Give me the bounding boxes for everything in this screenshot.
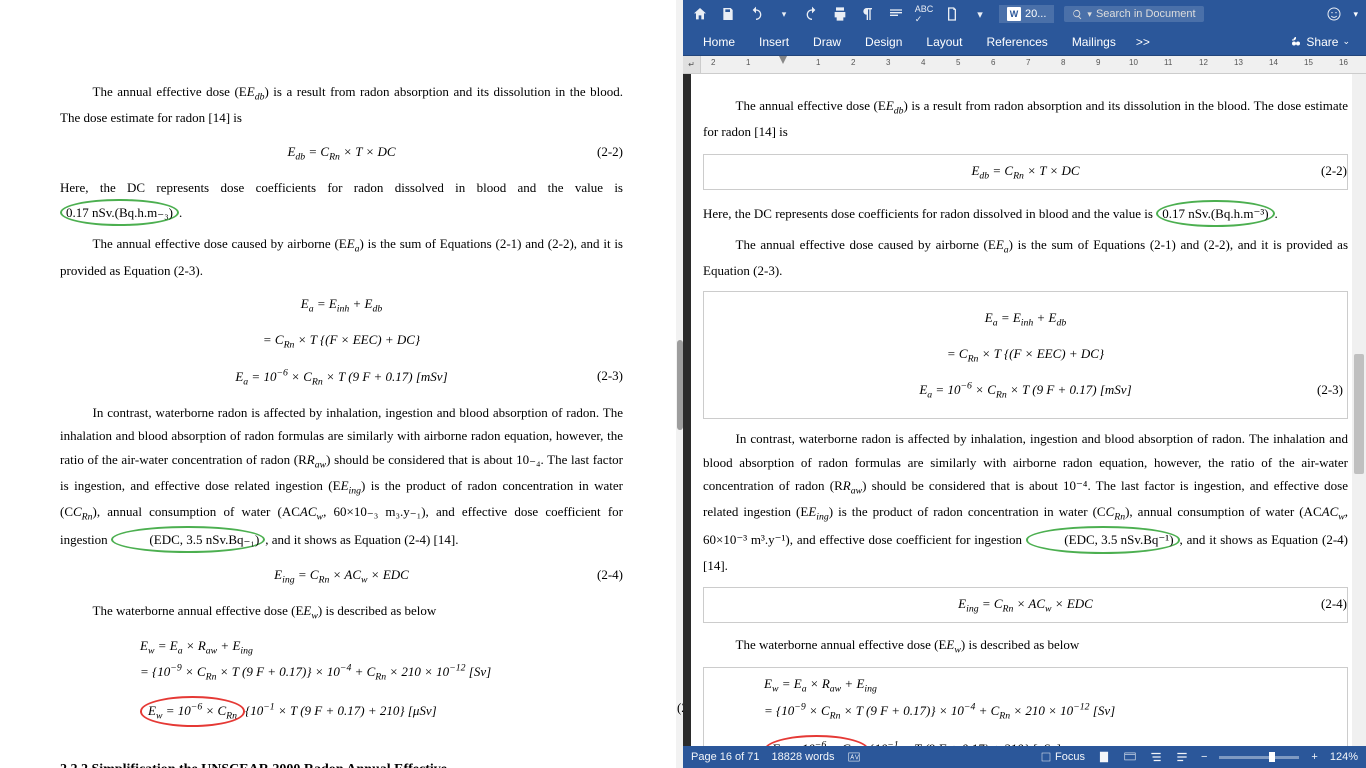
home-icon[interactable] [691, 5, 709, 23]
left-document-pane: The annual effective dose (EEdb) is a re… [0, 0, 683, 768]
scrollbar-vertical[interactable] [676, 0, 683, 768]
horizontal-ruler[interactable]: ↵ 2 1 1 2 3 4 5 6 7 8 9 10 11 12 13 14 1… [683, 56, 1366, 74]
zoom-slider-thumb[interactable] [1269, 752, 1275, 762]
page-icon[interactable] [943, 5, 961, 23]
save-icon[interactable] [719, 5, 737, 23]
equation-2-5[interactable]: Ew = Ea × Raw + Eing = {10−9 × CRn × T (… [703, 667, 1348, 746]
equation-2-2[interactable]: Edb = CRn × T × DC (2-2) [703, 154, 1348, 190]
word-statusbar: Page 16 of 71 18828 words Focus − + 124% [683, 746, 1366, 768]
scrollbar-vertical[interactable] [1352, 74, 1366, 746]
paragraph[interactable]: The annual effective dose caused by airb… [703, 233, 1348, 283]
indent-marker[interactable] [779, 56, 787, 64]
tab-draw[interactable]: Draw [801, 29, 853, 55]
print-icon[interactable] [831, 5, 849, 23]
undo-dropdown-icon[interactable]: ▾ [775, 5, 793, 23]
green-annotation: 0.17 nSv.(Bq.h.m₋₃) [60, 199, 179, 226]
undo-icon[interactable] [747, 5, 765, 23]
search-input[interactable]: ▾ Search in Document [1064, 6, 1204, 22]
ruler-corner[interactable]: ↵ [683, 56, 701, 74]
tab-layout[interactable]: Layout [914, 29, 974, 55]
share-button[interactable]: Share ⌄ [1282, 31, 1358, 53]
emoji-icon[interactable] [1325, 5, 1343, 23]
scrollbar-thumb[interactable] [1354, 354, 1364, 474]
red-annotation[interactable]: Ew = 10−6 × CRn [764, 735, 869, 746]
equation-2-2: Edb = CRn × T × DC (2-2) [60, 140, 623, 166]
paragraph: Here, the DC represents dose coefficient… [60, 176, 623, 227]
word-app-icon: W [1007, 7, 1021, 21]
green-annotation: (EDC, 3.5 nSv.Bq₋₁) [111, 526, 265, 553]
zoom-out-button[interactable]: − [1201, 751, 1207, 763]
tab-insert[interactable]: Insert [747, 29, 801, 55]
focus-mode-button[interactable]: Focus [1040, 751, 1085, 763]
paragraph: The waterborne annual effective dose (EE… [60, 599, 623, 625]
green-annotation[interactable]: 0.17 nSv.(Bq.h.m⁻³) [1156, 200, 1274, 227]
emoji-dropdown[interactable]: ▾ [1353, 9, 1358, 20]
paragraph: In contrast, waterborne radon is affecte… [60, 401, 623, 554]
share-icon [1290, 36, 1302, 48]
web-layout-view-icon[interactable] [1123, 750, 1137, 764]
word-document-area[interactable]: The annual effective dose (EEdb) is a re… [691, 74, 1360, 746]
mode-icon[interactable] [887, 5, 905, 23]
word-window: ▾ ABC✓ ▾ W 20... ▾ Search in Document ▾ … [683, 0, 1366, 768]
heading-2-2-2: 2.2.2 Simplification the UNSCEAR 2000 Ra… [60, 757, 623, 768]
page-indicator[interactable]: Page 16 of 71 [691, 751, 760, 763]
outline-view-icon[interactable] [1149, 750, 1163, 764]
spellcheck-status-icon[interactable] [847, 750, 861, 764]
document-title[interactable]: W 20... [999, 5, 1054, 23]
equation-2-3[interactable]: Ea = Einh + Edb = CRn × T {(F × EEC) + D… [703, 291, 1348, 420]
overflow-icon[interactable]: ▾ [971, 5, 989, 23]
paragraph[interactable]: The waterborne annual effective dose (EE… [703, 633, 1348, 659]
zoom-in-button[interactable]: + [1311, 751, 1317, 763]
paragraph[interactable]: The annual effective dose (EEdb) is a re… [703, 94, 1348, 144]
red-annotation: Ew = 10−6 × CRn [140, 696, 245, 726]
green-annotation[interactable]: (EDC, 3.5 nSv.Bq⁻¹) [1026, 526, 1180, 553]
word-titlebar: ▾ ABC✓ ▾ W 20... ▾ Search in Document ▾ … [683, 0, 1366, 56]
paragraph-marks-icon[interactable] [859, 5, 877, 23]
equation-2-3: Ea = Einh + Edb = CRn × T {(F × EEC) + D… [60, 292, 623, 391]
tab-home[interactable]: Home [691, 29, 747, 55]
paragraph: The annual effective dose (EEdb) is a re… [60, 80, 623, 130]
tab-references[interactable]: References [974, 29, 1059, 55]
ribbon-tabs: Home Insert Draw Design Layout Reference… [683, 28, 1366, 56]
tab-design[interactable]: Design [853, 29, 914, 55]
tabs-overflow[interactable]: >> [1128, 29, 1158, 55]
word-count[interactable]: 18828 words [772, 751, 835, 763]
paragraph: The annual effective dose caused by airb… [60, 232, 623, 282]
print-layout-view-icon[interactable] [1097, 750, 1111, 764]
equation-2-4[interactable]: Eing = CRn × ACw × EDC (2-4) [703, 587, 1348, 623]
equation-2-4: Eing = CRn × ACw × EDC (2-4) [60, 563, 623, 589]
zoom-level[interactable]: 124% [1330, 751, 1358, 763]
draft-view-icon[interactable] [1175, 750, 1189, 764]
paragraph[interactable]: In contrast, waterborne radon is affecte… [703, 427, 1348, 577]
equation-2-5: Ew = Ea × Raw + Eing = {10−9 × CRn × T (… [60, 634, 623, 727]
spellcheck-icon[interactable]: ABC✓ [915, 5, 933, 23]
paragraph[interactable]: Here, the DC represents dose coefficient… [703, 200, 1348, 227]
redo-icon[interactable] [803, 5, 821, 23]
search-icon [1072, 9, 1083, 20]
left-doc-content: The annual effective dose (EEdb) is a re… [0, 0, 683, 768]
tab-mailings[interactable]: Mailings [1060, 29, 1128, 55]
zoom-slider[interactable] [1219, 756, 1299, 759]
